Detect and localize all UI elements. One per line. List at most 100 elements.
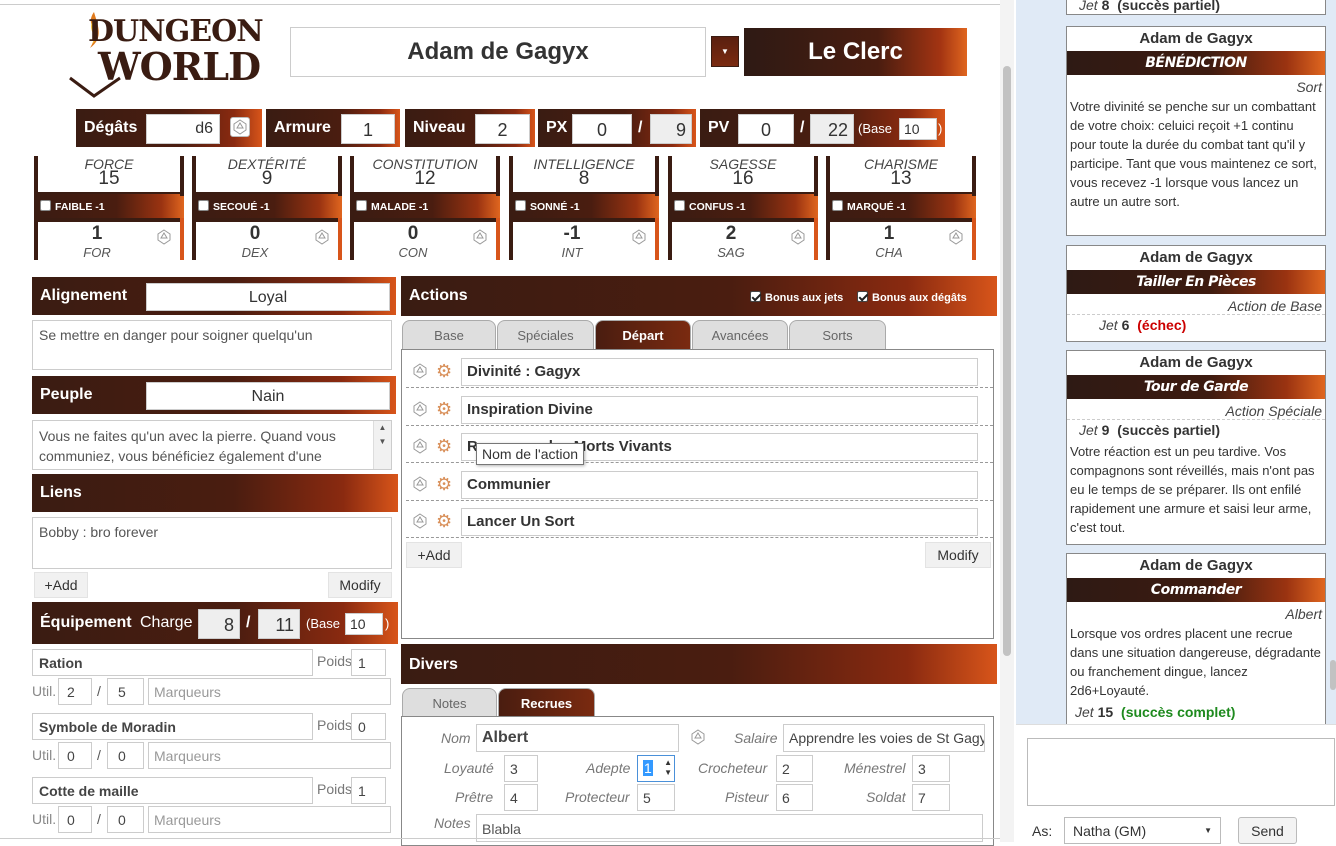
hp-base-input[interactable]: 10	[899, 118, 937, 140]
stat-debility-checkbox[interactable]: CONFUS -1	[674, 200, 746, 213]
bonus-rolls-checkbox[interactable]: Bonus aux jets	[750, 291, 843, 304]
spinner-icon[interactable]: ▲ ▼	[664, 758, 672, 778]
armor-input[interactable]: 1	[341, 114, 395, 144]
action-dice-icon[interactable]	[410, 511, 430, 531]
stat-dice-icon[interactable]	[946, 227, 966, 247]
stat-dice-icon[interactable]	[154, 227, 174, 247]
stat-dice-icon[interactable]	[788, 227, 808, 247]
minstrel-input[interactable]: 3	[912, 755, 950, 782]
chat-scrollbar[interactable]	[1330, 660, 1336, 690]
stat-debility-checkbox[interactable]: MARQUÉ -1	[832, 200, 906, 213]
damage-input[interactable]: d6	[146, 114, 220, 144]
action-name-input[interactable]: Divinité : Gagyx	[461, 358, 978, 386]
adept-input[interactable]: 1 ▲ ▼	[637, 755, 675, 782]
gear-icon[interactable]: ⚙	[436, 437, 454, 455]
item-uses-max-input[interactable]: 0	[107, 742, 144, 769]
protector-input[interactable]: 5	[637, 784, 675, 811]
item-markers-input[interactable]: Marqueurs	[148, 678, 391, 705]
tracker-input[interactable]: 6	[776, 784, 813, 811]
alignment-input[interactable]: Loyal	[146, 283, 390, 311]
stat-debility-checkbox[interactable]: SECOUÉ -1	[198, 200, 270, 213]
gear-icon[interactable]: ⚙	[436, 512, 454, 530]
item-name-input[interactable]: Symbole de Moradin	[32, 713, 313, 740]
bonds-modify-button[interactable]: Modify	[328, 572, 392, 598]
stat-dice-icon[interactable]	[312, 227, 332, 247]
loyalty-input[interactable]: 3	[504, 755, 538, 782]
actions-add-button[interactable]: +Add	[406, 542, 462, 568]
gear-icon[interactable]: ⚙	[436, 362, 454, 380]
item-uses-input[interactable]: 0	[58, 806, 92, 833]
stat-value-input[interactable]: 12	[356, 168, 494, 190]
stat-value-input[interactable]: 13	[832, 168, 970, 190]
soldier-input[interactable]: 7	[912, 784, 950, 811]
stat-value-input[interactable]: 16	[674, 168, 812, 190]
chat-send-button[interactable]: Send	[1238, 817, 1297, 844]
load-input[interactable]: 8	[198, 609, 240, 639]
load-base-input[interactable]: 10	[345, 613, 383, 635]
alignment-textarea[interactable]: Se mettre en danger pour soigner quelqu'…	[32, 320, 392, 370]
action-name-input[interactable]: Inspiration Divine	[461, 395, 978, 424]
item-uses-input[interactable]: 2	[58, 678, 92, 705]
xp-input[interactable]: 0	[572, 114, 632, 144]
level-input[interactable]: 2	[475, 114, 530, 144]
stat-dice-icon[interactable]	[470, 227, 490, 247]
tab-base[interactable]: Base	[402, 320, 496, 350]
chat-as-select[interactable]: Natha (GM) ▼	[1064, 817, 1221, 844]
item-uses-max-input[interactable]: 0	[107, 806, 144, 833]
item-markers-input[interactable]: Marqueurs	[148, 806, 391, 833]
race-textarea[interactable]: Vous ne faites qu'un avec la pierre. Qua…	[32, 420, 392, 470]
item-weight-input[interactable]: 1	[351, 777, 386, 804]
stat-debility-checkbox[interactable]: FAIBLE -1	[40, 200, 105, 213]
recruit-dice-icon[interactable]	[688, 727, 708, 747]
stat-value-input[interactable]: 9	[198, 168, 336, 190]
action-name-input[interactable]: Communier	[461, 470, 978, 499]
stat-value-input[interactable]: 15	[40, 168, 178, 190]
chat-textarea[interactable]	[1027, 738, 1335, 806]
item-weight-input[interactable]: 0	[351, 713, 386, 740]
item-weight-input[interactable]: 1	[351, 649, 386, 676]
action-dice-icon[interactable]	[410, 473, 430, 494]
damage-dice-icon[interactable]	[230, 117, 250, 137]
bonus-damage-checkbox[interactable]: Bonus aux dégâts	[857, 291, 967, 304]
action-dice-icon[interactable]	[410, 398, 430, 419]
bonds-textarea[interactable]: Bobby : bro forever	[32, 517, 392, 569]
tab-spells[interactable]: Sorts	[789, 320, 886, 350]
action-dice-icon[interactable]	[410, 361, 430, 381]
actions-modify-button[interactable]: Modify	[925, 542, 991, 568]
stat-value-input[interactable]: 8	[515, 168, 653, 190]
gear-icon[interactable]: ⚙	[436, 475, 454, 493]
card-title: Commander	[1067, 578, 1325, 602]
action-dice-icon[interactable]	[410, 436, 430, 456]
burglar-input[interactable]: 2	[776, 755, 813, 782]
xp-max-input[interactable]: 9	[650, 114, 692, 144]
tab-advanced[interactable]: Avancées	[692, 320, 788, 350]
priest-input[interactable]: 4	[504, 784, 538, 811]
main-scrollbar-thumb[interactable]	[1003, 66, 1011, 656]
load-max-input[interactable]: 11	[258, 609, 300, 639]
main-scrollbar[interactable]	[1000, 0, 1014, 842]
tab-recruits[interactable]: Recrues	[498, 688, 595, 717]
item-name-input[interactable]: Ration	[32, 649, 313, 676]
recruit-name-input[interactable]: Albert	[476, 724, 679, 752]
hp-max-input[interactable]: 22	[810, 114, 854, 144]
class-dropdown-button[interactable]: ▼	[711, 36, 739, 67]
stat-debility-checkbox[interactable]: MALADE -1	[356, 200, 428, 213]
gear-icon[interactable]: ⚙	[436, 400, 454, 418]
tab-starting[interactable]: Départ	[595, 320, 691, 350]
race-scrollbar[interactable]: ▲ ▼	[373, 421, 391, 469]
item-uses-max-input[interactable]: 5	[107, 678, 144, 705]
stat-debility-checkbox[interactable]: SONNÉ -1	[515, 200, 580, 213]
item-name-input[interactable]: Cotte de maille	[32, 777, 313, 804]
character-name-input[interactable]: Adam de Gagyx	[290, 27, 706, 77]
tab-notes[interactable]: Notes	[402, 688, 497, 717]
stat-modifier: 0	[249, 223, 261, 244]
bonds-add-button[interactable]: +Add	[34, 572, 88, 598]
stat-dice-icon[interactable]	[629, 227, 649, 247]
race-input[interactable]: Nain	[146, 382, 390, 410]
action-name-input[interactable]: Lancer Un Sort	[461, 508, 978, 536]
item-markers-input[interactable]: Marqueurs	[148, 742, 391, 769]
item-uses-input[interactable]: 0	[58, 742, 92, 769]
hp-input[interactable]: 0	[738, 114, 794, 144]
recruit-salary-input[interactable]: Apprendre les voies de St Gagyx	[783, 724, 985, 752]
tab-special[interactable]: Spéciales	[497, 320, 594, 350]
